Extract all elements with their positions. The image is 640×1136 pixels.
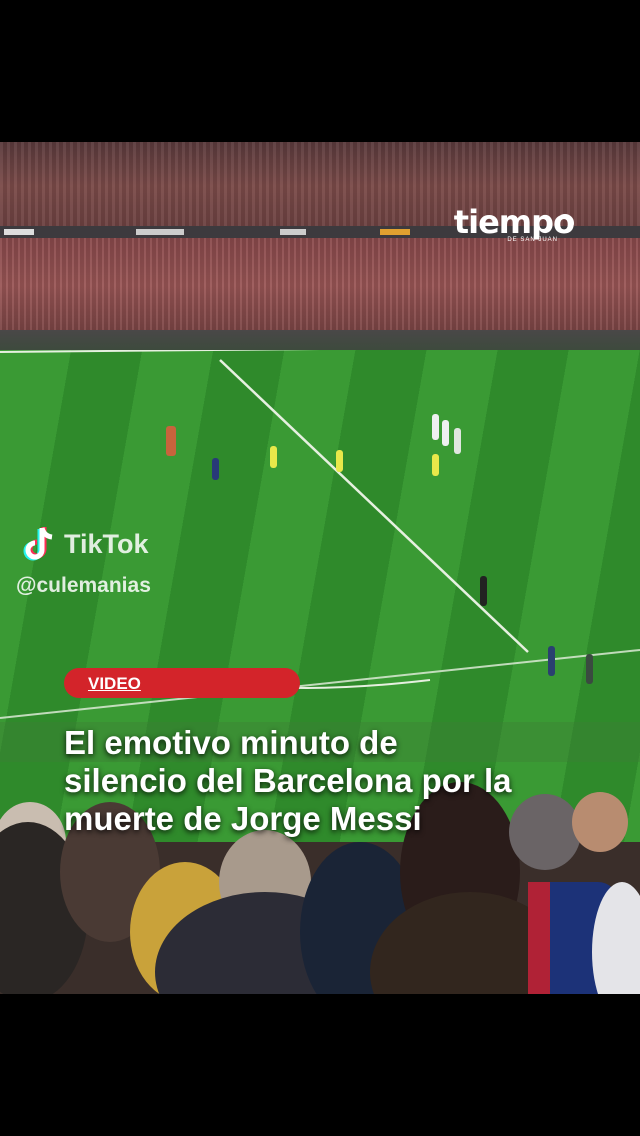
player <box>586 654 593 684</box>
player <box>212 458 219 480</box>
player <box>432 454 439 476</box>
lower-stand <box>0 238 640 334</box>
player <box>166 426 176 456</box>
tiktok-name: TikTok <box>64 528 149 559</box>
video-tag[interactable]: VIDEO <box>64 668 300 698</box>
headline-line: muerte de Jorge Messi <box>64 800 422 837</box>
player <box>270 446 277 468</box>
player <box>454 428 461 454</box>
video-frame[interactable] <box>0 142 640 994</box>
headline-line: silencio del Barcelona por la <box>64 762 512 799</box>
globe-icon <box>556 214 574 232</box>
player <box>336 450 343 472</box>
tiktok-logo-icon <box>22 524 58 564</box>
headline-line: El emotivo minuto de <box>64 724 398 761</box>
player <box>442 420 449 446</box>
tiktok-handle: @culemanias <box>16 574 151 597</box>
player <box>432 414 439 440</box>
player <box>548 646 555 676</box>
video-tag-label: VIDEO <box>88 674 141 693</box>
player <box>480 576 487 606</box>
headline: El emotivo minuto de silencio del Barcel… <box>64 724 624 838</box>
brand-subtitle: DE SAN JUAN <box>507 237 558 243</box>
stand-wall <box>0 330 640 352</box>
tiktok-watermark: TikTok <box>22 524 149 564</box>
